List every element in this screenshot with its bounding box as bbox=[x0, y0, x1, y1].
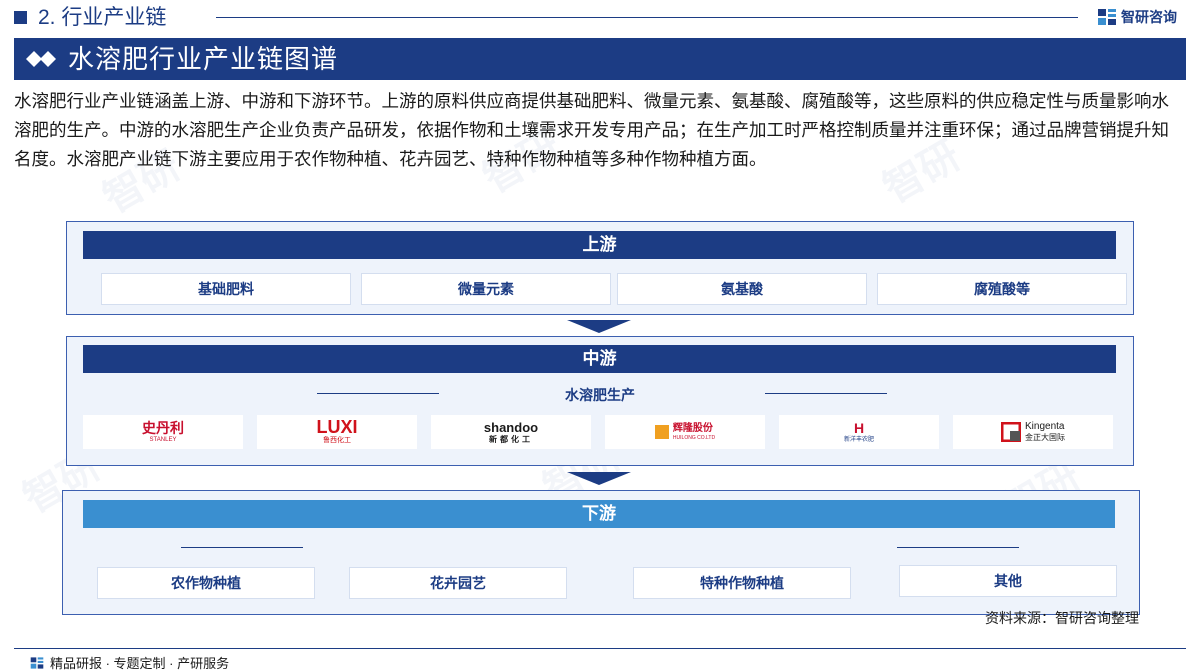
footer-text: 精品研报 · 专题定制 · 产研服务 bbox=[50, 656, 230, 671]
upstream-header: 上游 bbox=[83, 231, 1116, 259]
downstream-panel: 下游 农作物种植 花卉园艺 特种作物种植 其他 bbox=[62, 490, 1140, 615]
midstream-header: 中游 bbox=[83, 345, 1116, 373]
divider-line bbox=[765, 393, 887, 394]
company-logo-kingenta: Kingenta 金正大国际 bbox=[953, 415, 1113, 449]
page-title: 水溶肥行业产业链图谱 bbox=[68, 44, 339, 74]
diamond-icon bbox=[26, 49, 60, 69]
upstream-item: 腐殖酸等 bbox=[877, 273, 1127, 305]
flow-arrow-icon bbox=[567, 320, 631, 333]
downstream-item: 花卉园艺 bbox=[349, 567, 567, 599]
company-name: H bbox=[853, 419, 865, 436]
company-sub: 新洋丰农肥 bbox=[843, 436, 874, 443]
upstream-item: 氨基酸 bbox=[617, 273, 867, 305]
upstream-item: 微量元素 bbox=[361, 273, 611, 305]
downstream-item: 其他 bbox=[899, 565, 1117, 597]
kingenta-mark-icon bbox=[1000, 421, 1022, 443]
top-header: 2. 行业产业链 智研咨询 bbox=[0, 0, 1200, 36]
company-sub: 鲁西化工 bbox=[323, 437, 351, 444]
flow-arrow-icon bbox=[567, 472, 631, 485]
huilong-mark-icon bbox=[654, 425, 669, 439]
downstream-item: 特种作物种植 bbox=[633, 567, 851, 599]
footer-divider bbox=[14, 648, 1186, 649]
brand-logo-icon bbox=[30, 656, 44, 670]
brand-logo-icon bbox=[1097, 7, 1117, 27]
company-name: shandoo bbox=[483, 419, 539, 435]
header-divider bbox=[216, 17, 1078, 18]
title-banner: 水溶肥行业产业链图谱 bbox=[14, 38, 1186, 80]
company-sub: 新都化工 bbox=[489, 434, 533, 444]
company-logo-huilong: 辉隆股份 HUILONG CO.LTD bbox=[605, 415, 765, 449]
company-logo-luxi: LUXI 鲁西化工 bbox=[257, 415, 417, 449]
upstream-panel: 上游 基础肥料 微量元素 氨基酸 腐殖酸等 bbox=[66, 221, 1134, 315]
footer: 精品研报 · 专题定制 · 产研服务 bbox=[30, 653, 229, 671]
company-sub: 金正大国际 bbox=[1025, 433, 1065, 442]
divider-line bbox=[897, 547, 1019, 548]
company-sub: STANLEY bbox=[149, 437, 177, 443]
company-logo-xinyangfeng: H 新洋丰农肥 bbox=[779, 415, 939, 449]
section-title: 2. 行业产业链 bbox=[38, 6, 167, 29]
divider-line bbox=[181, 547, 303, 548]
company-name: 辉隆股份 bbox=[672, 422, 713, 434]
company-logo-shandoo: shandoo 新都化工 bbox=[431, 415, 591, 449]
intro-paragraph: 水溶肥行业产业链涵盖上游、中游和下游环节。上游的原料供应商提供基础肥料、微量元素… bbox=[14, 91, 1169, 169]
brand-name: 智研咨询 bbox=[1121, 9, 1177, 25]
company-name: Kingenta bbox=[1025, 421, 1065, 432]
midstream-sub-label: 水溶肥生产 bbox=[565, 387, 635, 403]
downstream-header: 下游 bbox=[83, 500, 1115, 528]
company-sub: HUILONG CO.LTD bbox=[672, 434, 716, 441]
downstream-item: 农作物种植 bbox=[97, 567, 315, 599]
company-logo-stanley: 史丹利 STANLEY bbox=[83, 415, 243, 449]
section-marker bbox=[14, 11, 27, 24]
midstream-panel: 中游 水溶肥生产 史丹利 STANLEY LUXI 鲁西化工 shandoo 新… bbox=[66, 336, 1134, 466]
company-name: 史丹利 bbox=[142, 420, 184, 436]
divider-line bbox=[317, 393, 439, 394]
upstream-item: 基础肥料 bbox=[101, 273, 351, 305]
company-name: LUXI bbox=[316, 417, 358, 437]
source-note: 资料来源：智研咨询整理 bbox=[985, 610, 1139, 626]
brand-logo: 智研咨询 bbox=[1097, 7, 1177, 27]
